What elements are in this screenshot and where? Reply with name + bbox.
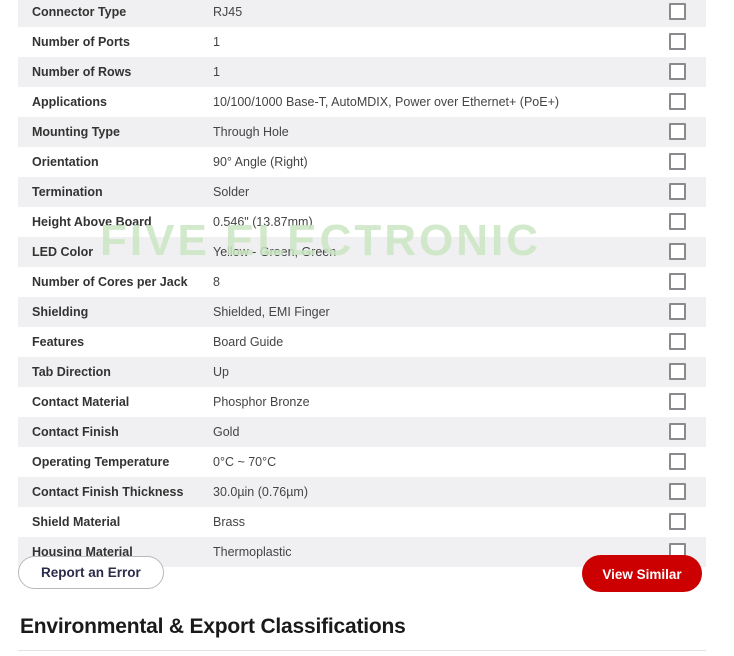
spec-label: Connector Type <box>32 4 127 19</box>
spec-checkbox-cell[interactable] <box>648 237 706 267</box>
checkbox-unchecked-icon[interactable] <box>668 513 686 531</box>
spec-checkbox-cell[interactable] <box>648 0 706 27</box>
checkbox-unchecked-icon[interactable] <box>668 453 686 471</box>
spec-label: Contact Finish Thickness <box>32 484 184 499</box>
spec-value: Yellow - Green, Green <box>213 244 337 259</box>
spec-checkbox-cell[interactable] <box>648 207 706 237</box>
checkbox-unchecked-icon[interactable] <box>668 303 686 321</box>
table-row: Contact Finish Gold <box>18 417 706 447</box>
spec-value: Brass <box>213 514 245 529</box>
spec-checkbox-cell[interactable] <box>648 507 706 537</box>
spec-checkbox-cell[interactable] <box>648 27 706 57</box>
spec-label: Contact Finish <box>32 424 119 439</box>
spec-value: Shielded, EMI Finger <box>213 304 330 319</box>
table-row: Tab Direction Up <box>18 357 706 387</box>
table-row: Applications 10/100/1000 Base-T, AutoMDIX… <box>18 87 706 117</box>
table-row: Contact Material Phosphor Bronze <box>18 387 706 417</box>
checkbox-unchecked-icon[interactable] <box>668 153 686 171</box>
spec-value: 1 <box>213 34 220 49</box>
spec-value: 10/100/1000 Base-T, AutoMDIX, Power over… <box>213 94 560 109</box>
spec-checkbox-cell[interactable] <box>648 357 706 387</box>
spec-value: Board Guide <box>213 334 284 349</box>
spec-value: 8 <box>213 274 220 289</box>
spec-label: Shielding <box>32 304 89 319</box>
spec-value: 0°C ~ 70°C <box>213 454 277 469</box>
spec-label: Number of Cores per Jack <box>32 274 188 289</box>
spec-checkbox-cell[interactable] <box>648 297 706 327</box>
spec-checkbox-cell[interactable] <box>648 57 706 87</box>
spec-checkbox-cell[interactable] <box>648 387 706 417</box>
section-divider <box>18 650 706 651</box>
spec-label: Mounting Type <box>32 124 120 139</box>
spec-value: 0.546" (13.87mm) <box>213 214 313 229</box>
spec-value: Gold <box>213 424 240 439</box>
spec-label: Tab Direction <box>32 364 111 379</box>
spec-label: Termination <box>32 184 103 199</box>
spec-checkbox-cell[interactable] <box>648 267 706 297</box>
spec-label: Shield Material <box>32 514 121 529</box>
checkbox-unchecked-icon[interactable] <box>668 363 686 381</box>
spec-label: Operating Temperature <box>32 454 170 469</box>
spec-value: 90° Angle (Right) <box>213 154 308 169</box>
spec-checkbox-cell[interactable] <box>648 447 706 477</box>
checkbox-unchecked-icon[interactable] <box>668 63 686 81</box>
table-row: Connector Type RJ45 <box>18 0 706 27</box>
checkbox-unchecked-icon[interactable] <box>668 123 686 141</box>
checkbox-unchecked-icon[interactable] <box>668 273 686 291</box>
specifications-table: Connector Type RJ45 Number of Ports 1 Number… <box>18 0 706 567</box>
spec-checkbox-cell[interactable] <box>648 177 706 207</box>
table-row: LED Color Yellow - Green, Green <box>18 237 706 267</box>
spec-label: Number of Rows <box>32 64 132 79</box>
section-heading-environmental-export: Environmental & Export Classifications <box>20 615 406 638</box>
table-row: Operating Temperature 0°C ~ 70°C <box>18 447 706 477</box>
table-row: Number of Rows 1 <box>18 57 706 87</box>
product-specifications-page: FIVE ELECTRONIC Connector Type RJ45 Number… <box>0 0 734 656</box>
checkbox-unchecked-icon[interactable] <box>668 183 686 201</box>
spec-value: Solder <box>213 184 250 199</box>
specifications-table-body: Connector Type RJ45 Number of Ports 1 Number… <box>18 0 706 567</box>
table-row: Number of Cores per Jack 8 <box>18 267 706 297</box>
spec-label: Orientation <box>32 154 99 169</box>
spec-label: Contact Material <box>32 394 130 409</box>
table-row: Termination Solder <box>18 177 706 207</box>
checkbox-unchecked-icon[interactable] <box>668 423 686 441</box>
spec-label: LED Color <box>32 244 94 259</box>
spec-label: Features <box>32 334 85 349</box>
spec-checkbox-cell[interactable] <box>648 117 706 147</box>
action-row: Report an Error View Similar <box>18 553 706 598</box>
spec-label: Height Above Board <box>32 214 152 229</box>
table-row: Features Board Guide <box>18 327 706 357</box>
table-row: Shield Material Brass <box>18 507 706 537</box>
spec-value: Phosphor Bronze <box>213 394 310 409</box>
report-an-error-button[interactable]: Report an Error <box>18 556 164 589</box>
checkbox-unchecked-icon[interactable] <box>668 213 686 231</box>
checkbox-unchecked-icon[interactable] <box>668 483 686 501</box>
table-row: Number of Ports 1 <box>18 27 706 57</box>
spec-value: Through Hole <box>213 124 289 139</box>
checkbox-unchecked-icon[interactable] <box>668 3 686 21</box>
checkbox-unchecked-icon[interactable] <box>668 93 686 111</box>
table-row: Orientation 90° Angle (Right) <box>18 147 706 177</box>
spec-value: 30.0µin (0.76µm) <box>213 484 309 499</box>
spec-checkbox-cell[interactable] <box>648 417 706 447</box>
spec-label: Number of Ports <box>32 34 130 49</box>
spec-value: 1 <box>213 64 220 79</box>
table-row: Contact Finish Thickness 30.0µin (0.76µm) <box>18 477 706 507</box>
checkbox-unchecked-icon[interactable] <box>668 33 686 51</box>
checkbox-unchecked-icon[interactable] <box>668 243 686 261</box>
spec-value: RJ45 <box>213 4 243 19</box>
checkbox-unchecked-icon[interactable] <box>668 393 686 411</box>
spec-checkbox-cell[interactable] <box>648 147 706 177</box>
view-similar-button[interactable]: View Similar <box>582 555 702 592</box>
checkbox-unchecked-icon[interactable] <box>668 333 686 351</box>
table-row: Shielding Shielded, EMI Finger <box>18 297 706 327</box>
spec-label: Applications <box>32 94 108 109</box>
spec-checkbox-cell[interactable] <box>648 477 706 507</box>
spec-checkbox-cell[interactable] <box>648 327 706 357</box>
spec-checkbox-cell[interactable] <box>648 87 706 117</box>
table-row: Height Above Board 0.546" (13.87mm) <box>18 207 706 237</box>
spec-value: Up <box>213 364 229 379</box>
table-row: Mounting Type Through Hole <box>18 117 706 147</box>
